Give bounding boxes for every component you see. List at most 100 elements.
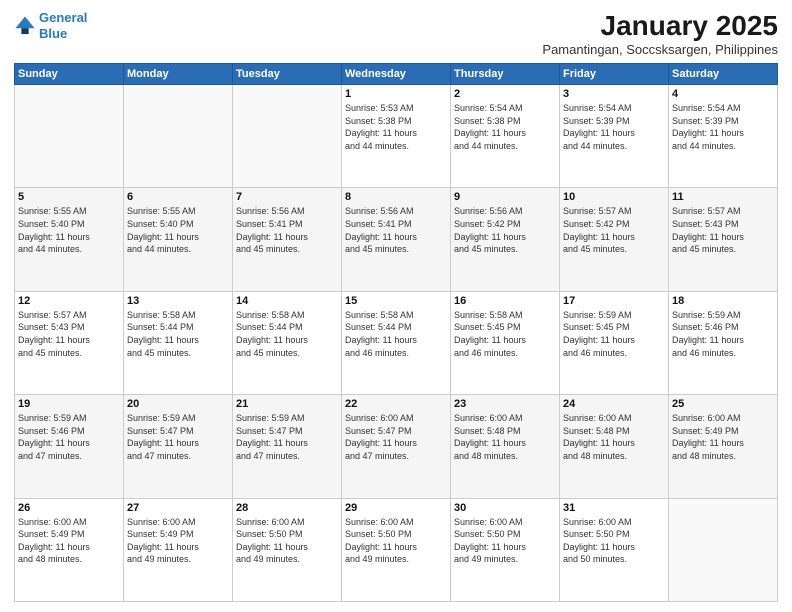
day-info: Sunrise: 5:57 AM Sunset: 5:42 PM Dayligh… [563, 205, 665, 255]
day-info: Sunrise: 5:56 AM Sunset: 5:41 PM Dayligh… [236, 205, 338, 255]
calendar-cell [15, 85, 124, 188]
calendar-cell: 10 Sunrise: 5:57 AM Sunset: 5:42 PM Dayli… [560, 188, 669, 291]
week-row-3: 12 Sunrise: 5:57 AM Sunset: 5:43 PM Dayli… [15, 291, 778, 394]
day-info: Sunrise: 6:00 AM Sunset: 5:49 PM Dayligh… [672, 412, 774, 462]
calendar-cell: 29Sunrise: 6:00 AM Sunset: 5:50 PM Dayli… [342, 498, 451, 601]
day-number: 15 [345, 295, 447, 307]
calendar-header: SundayMondayTuesdayWednesdayThursdayFrid… [15, 64, 778, 85]
calendar-cell [669, 498, 778, 601]
weekday-header-tuesday: Tuesday [233, 64, 342, 85]
calendar-body: 1Sunrise: 5:53 AM Sunset: 5:38 PM Daylig… [15, 85, 778, 602]
day-info: Sunrise: 6:00 AM Sunset: 5:47 PM Dayligh… [345, 412, 447, 462]
logo: General Blue [14, 10, 87, 41]
calendar-cell: 17 Sunrise: 5:59 AM Sunset: 5:45 PM Dayli… [560, 291, 669, 394]
day-number: 6 [127, 191, 229, 203]
day-info: Sunrise: 5:55 AM Sunset: 5:40 PM Dayligh… [18, 205, 120, 255]
main-title: January 2025 [542, 10, 778, 42]
day-number: 7 [236, 191, 338, 203]
day-number: 1 [345, 88, 447, 100]
calendar-cell: 21Sunrise: 5:59 AM Sunset: 5:47 PM Dayli… [233, 395, 342, 498]
day-info: Sunrise: 5:59 AM Sunset: 5:47 PM Dayligh… [236, 412, 338, 462]
day-info: Sunrise: 6:00 AM Sunset: 5:49 PM Dayligh… [18, 516, 120, 566]
page: General Blue January 2025 Pamantingan, S… [0, 0, 792, 612]
day-number: 5 [18, 191, 120, 203]
day-info: Sunrise: 5:59 AM Sunset: 5:45 PM Dayligh… [563, 309, 665, 359]
week-row-2: 5 Sunrise: 5:55 AM Sunset: 5:40 PM Daylig… [15, 188, 778, 291]
day-number: 23 [454, 398, 556, 410]
day-info: Sunrise: 5:55 AM Sunset: 5:40 PM Dayligh… [127, 205, 229, 255]
day-number: 16 [454, 295, 556, 307]
day-number: 26 [18, 502, 120, 514]
day-info: Sunrise: 5:58 AM Sunset: 5:44 PM Dayligh… [236, 309, 338, 359]
weekday-header-thursday: Thursday [451, 64, 560, 85]
day-info: Sunrise: 5:54 AM Sunset: 5:38 PM Dayligh… [454, 102, 556, 152]
day-number: 31 [563, 502, 665, 514]
day-info: Sunrise: 5:57 AM Sunset: 5:43 PM Dayligh… [672, 205, 774, 255]
calendar-cell: 18 Sunrise: 5:59 AM Sunset: 5:46 PM Dayli… [669, 291, 778, 394]
day-number: 27 [127, 502, 229, 514]
calendar-cell: 20 Sunrise: 5:59 AM Sunset: 5:47 PM Dayli… [124, 395, 233, 498]
calendar-cell: 30 Sunrise: 6:00 AM Sunset: 5:50 PM Dayli… [451, 498, 560, 601]
day-number: 10 [563, 191, 665, 203]
day-info: Sunrise: 6:00 AM Sunset: 5:49 PM Dayligh… [127, 516, 229, 566]
day-number: 18 [672, 295, 774, 307]
day-info: Sunrise: 5:58 AM Sunset: 5:44 PM Dayligh… [127, 309, 229, 359]
day-number: 19 [18, 398, 120, 410]
week-row-4: 19 Sunrise: 5:59 AM Sunset: 5:46 PM Dayli… [15, 395, 778, 498]
calendar-cell: 25 Sunrise: 6:00 AM Sunset: 5:49 PM Dayli… [669, 395, 778, 498]
day-number: 4 [672, 88, 774, 100]
calendar-cell [233, 85, 342, 188]
calendar-cell: 22 Sunrise: 6:00 AM Sunset: 5:47 PM Dayli… [342, 395, 451, 498]
day-number: 11 [672, 191, 774, 203]
day-info: Sunrise: 5:54 AM Sunset: 5:39 PM Dayligh… [563, 102, 665, 152]
day-info: Sunrise: 5:59 AM Sunset: 5:46 PM Dayligh… [18, 412, 120, 462]
day-number: 24 [563, 398, 665, 410]
logo-general: General [39, 10, 87, 25]
day-info: Sunrise: 5:54 AM Sunset: 5:39 PM Dayligh… [672, 102, 774, 152]
subtitle: Pamantingan, Soccsksargen, Philippines [542, 42, 778, 57]
calendar-cell: 3Sunrise: 5:54 AM Sunset: 5:39 PM Daylig… [560, 85, 669, 188]
calendar-table: SundayMondayTuesdayWednesdayThursdayFrid… [14, 63, 778, 602]
calendar-cell: 14 Sunrise: 5:58 AM Sunset: 5:44 PM Dayli… [233, 291, 342, 394]
calendar-cell: 6 Sunrise: 5:55 AM Sunset: 5:40 PM Daylig… [124, 188, 233, 291]
day-number: 13 [127, 295, 229, 307]
logo-text: General Blue [39, 10, 87, 41]
day-number: 17 [563, 295, 665, 307]
calendar-cell: 19 Sunrise: 5:59 AM Sunset: 5:46 PM Dayli… [15, 395, 124, 498]
day-info: Sunrise: 5:57 AM Sunset: 5:43 PM Dayligh… [18, 309, 120, 359]
calendar-cell: 23 Sunrise: 6:00 AM Sunset: 5:48 PM Dayli… [451, 395, 560, 498]
day-number: 12 [18, 295, 120, 307]
calendar-cell: 12 Sunrise: 5:57 AM Sunset: 5:43 PM Dayli… [15, 291, 124, 394]
day-number: 30 [454, 502, 556, 514]
day-number: 22 [345, 398, 447, 410]
day-number: 9 [454, 191, 556, 203]
day-number: 8 [345, 191, 447, 203]
day-info: Sunrise: 5:59 AM Sunset: 5:46 PM Dayligh… [672, 309, 774, 359]
weekday-header-wednesday: Wednesday [342, 64, 451, 85]
day-number: 20 [127, 398, 229, 410]
calendar-cell: 27 Sunrise: 6:00 AM Sunset: 5:49 PM Dayli… [124, 498, 233, 601]
week-row-5: 26 Sunrise: 6:00 AM Sunset: 5:49 PM Dayli… [15, 498, 778, 601]
logo-blue: Blue [39, 26, 67, 41]
calendar-cell: 16Sunrise: 5:58 AM Sunset: 5:45 PM Dayli… [451, 291, 560, 394]
calendar-cell: 9Sunrise: 5:56 AM Sunset: 5:42 PM Daylig… [451, 188, 560, 291]
week-row-1: 1Sunrise: 5:53 AM Sunset: 5:38 PM Daylig… [15, 85, 778, 188]
day-info: Sunrise: 6:00 AM Sunset: 5:50 PM Dayligh… [236, 516, 338, 566]
weekday-header-sunday: Sunday [15, 64, 124, 85]
day-number: 14 [236, 295, 338, 307]
day-number: 29 [345, 502, 447, 514]
calendar-cell: 11 Sunrise: 5:57 AM Sunset: 5:43 PM Dayli… [669, 188, 778, 291]
weekday-header-saturday: Saturday [669, 64, 778, 85]
day-info: Sunrise: 5:59 AM Sunset: 5:47 PM Dayligh… [127, 412, 229, 462]
calendar-cell: 5 Sunrise: 5:55 AM Sunset: 5:40 PM Daylig… [15, 188, 124, 291]
calendar-cell: 8 Sunrise: 5:56 AM Sunset: 5:41 PM Daylig… [342, 188, 451, 291]
calendar-cell: 28 Sunrise: 6:00 AM Sunset: 5:50 PM Dayli… [233, 498, 342, 601]
day-info: Sunrise: 5:56 AM Sunset: 5:41 PM Dayligh… [345, 205, 447, 255]
day-info: Sunrise: 6:00 AM Sunset: 5:50 PM Dayligh… [454, 516, 556, 566]
day-number: 25 [672, 398, 774, 410]
header: General Blue January 2025 Pamantingan, S… [14, 10, 778, 57]
day-info: Sunrise: 6:00 AM Sunset: 5:48 PM Dayligh… [454, 412, 556, 462]
calendar-cell: 31Sunrise: 6:00 AM Sunset: 5:50 PM Dayli… [560, 498, 669, 601]
day-number: 28 [236, 502, 338, 514]
weekday-header-friday: Friday [560, 64, 669, 85]
